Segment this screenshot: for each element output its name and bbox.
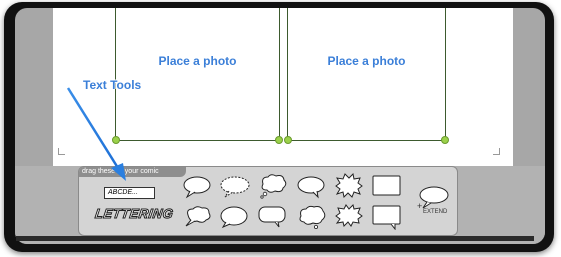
photo-panel-2[interactable]: Place a photo [284,8,449,144]
crop-mark [58,148,65,155]
extend-label: EXTEND [423,209,448,215]
caption-box-icon[interactable] [371,174,403,198]
panel-resize-handle[interactable] [441,136,449,144]
cloud-bubble-icon[interactable] [296,204,328,230]
palette-tab: drag these to your comic [79,167,186,177]
speech-bubble-icon[interactable] [182,175,212,199]
lettering-tool[interactable]: LETTERING [94,206,175,224]
panel-label: Place a photo [327,54,406,68]
shout-bubble-icon[interactable] [333,172,363,200]
speech-bubble-icon[interactable] [219,205,249,229]
plus-icon: + [417,201,423,211]
panel-resize-handle[interactable] [112,136,120,144]
text-box-tool[interactable]: ABCDE... [104,187,155,199]
panel-resize-handle[interactable] [275,136,283,144]
thought-bubble-icon[interactable] [182,205,212,229]
caption-box-icon[interactable] [371,204,403,230]
panel-resize-handle[interactable] [284,136,292,144]
text-tools-palette: drag these to your comic ABCDE... LETTER… [78,166,458,236]
rounded-box-bubble-icon[interactable] [257,205,287,229]
window-bottom-edge [16,236,534,241]
panel-label: Place a photo [158,54,237,68]
thought-bubble-icon[interactable] [257,173,289,199]
whisper-bubble-icon[interactable] [219,175,251,199]
annotation-label: Text Tools [83,78,142,92]
crop-mark [493,148,500,155]
shout-bubble-icon[interactable] [333,203,363,229]
photo-panel-1[interactable]: Place a photo [112,8,283,144]
speech-bubble-icon[interactable] [296,175,326,199]
